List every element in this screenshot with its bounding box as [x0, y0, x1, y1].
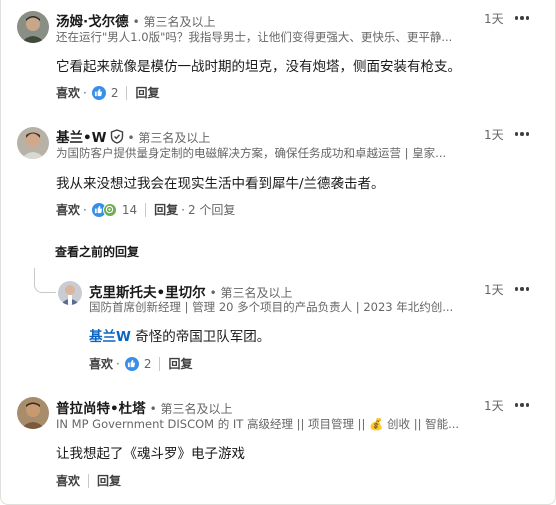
commenter-name[interactable]: 普拉尚特•杜塔 • 第三名及以上 [56, 397, 233, 417]
like-button[interactable]: 喜欢 [56, 472, 80, 489]
comment-text: 基兰W 奇怪的帝国卫队军团。 [89, 329, 271, 345]
more-options-icon[interactable] [512, 11, 532, 25]
divider [145, 202, 147, 217]
mention-link[interactable]: 基兰W [89, 329, 131, 345]
connection-degree: • 第三名及以上 [132, 15, 216, 29]
comment-time: 1天 [484, 128, 504, 142]
commenter-headline: 还在运行"男人1.0版"吗？我指导男士，让他们变得更强大、更快乐、更平静... [56, 30, 453, 44]
reaction-count[interactable]: 2 [144, 357, 152, 371]
reply-button[interactable]: 回复 [97, 472, 121, 489]
like-reaction-icon [91, 85, 106, 100]
reply-button[interactable]: 回复 [135, 84, 159, 101]
commenter-headline: 为国防客户提供量身定制的电磁解决方案，确保任务成功和卓越运营 | 皇家... [56, 146, 447, 160]
comment-time: 1天 [484, 283, 504, 297]
reply-thread-line [34, 268, 56, 293]
comment-time: 1天 [484, 399, 504, 413]
comment-actions: 喜欢 · 14 回复 · 2 个回复 [56, 201, 235, 218]
reply-button[interactable]: 回复 [168, 355, 192, 372]
comment-actions: 喜欢 · 2 回复 [56, 84, 160, 101]
commenter-name[interactable]: 克里斯托夫•里切尔 • 第三名及以上 [89, 281, 293, 301]
divider [159, 356, 161, 371]
separator-dot: · [83, 85, 87, 100]
like-button[interactable]: 喜欢 [56, 84, 80, 101]
more-options-icon[interactable] [512, 282, 532, 296]
divider [126, 85, 128, 100]
like-button[interactable]: 喜欢 [56, 201, 80, 218]
avatar[interactable] [17, 11, 49, 43]
connection-degree: • 第三名及以上 [209, 286, 293, 300]
separator-dot: · [83, 202, 87, 217]
comment-time: 1天 [484, 12, 504, 26]
comment-actions: 喜欢 回复 [56, 472, 121, 489]
avatar[interactable] [17, 397, 49, 429]
reaction-count[interactable]: 14 [122, 203, 137, 217]
verified-shield-icon [110, 129, 123, 144]
comment-actions: 喜欢 · 2 回复 [89, 355, 193, 372]
comment-text: 它看起来就像是模仿一战时期的坦克，没有炮塔，侧面安装有枪支。 [56, 59, 461, 75]
connection-degree: • 第三名及以上 [149, 402, 233, 416]
commenter-name[interactable]: 汤姆·戈尔德 • 第三名及以上 [56, 10, 216, 30]
support-reaction-icon [102, 202, 117, 217]
commenter-name[interactable]: 基兰•W • 第三名及以上 [56, 126, 210, 146]
comment-text: 让我想起了《魂斗罗》电子游戏 [56, 446, 245, 462]
commenter-headline: 国防首席创新经理 | 管理 20 多个项目的产品负责人 | 2023 年北约创.… [89, 300, 454, 314]
divider [88, 473, 90, 488]
reaction-count[interactable]: 2 [111, 86, 119, 100]
replies-count[interactable]: 2 个回复 [188, 201, 235, 218]
connection-degree: • 第三名及以上 [127, 131, 211, 145]
reply-button[interactable]: 回复 [154, 201, 178, 218]
commenter-headline: IN MP Government DISCOM 的 IT 高级经理 || 项目管… [56, 417, 460, 431]
avatar[interactable] [17, 127, 49, 159]
more-options-icon[interactable] [512, 398, 532, 412]
like-reaction-icon [124, 356, 139, 371]
load-previous-replies-link[interactable]: 查看之前的回复 [55, 243, 139, 260]
more-options-icon[interactable] [512, 127, 532, 141]
separator-dot: · [181, 202, 185, 217]
like-button[interactable]: 喜欢 [89, 355, 113, 372]
separator-dot: · [116, 356, 120, 371]
comment-text: 我从来没想过我会在现实生活中看到犀牛/兰德袭击者。 [56, 176, 385, 192]
avatar[interactable] [58, 281, 82, 305]
